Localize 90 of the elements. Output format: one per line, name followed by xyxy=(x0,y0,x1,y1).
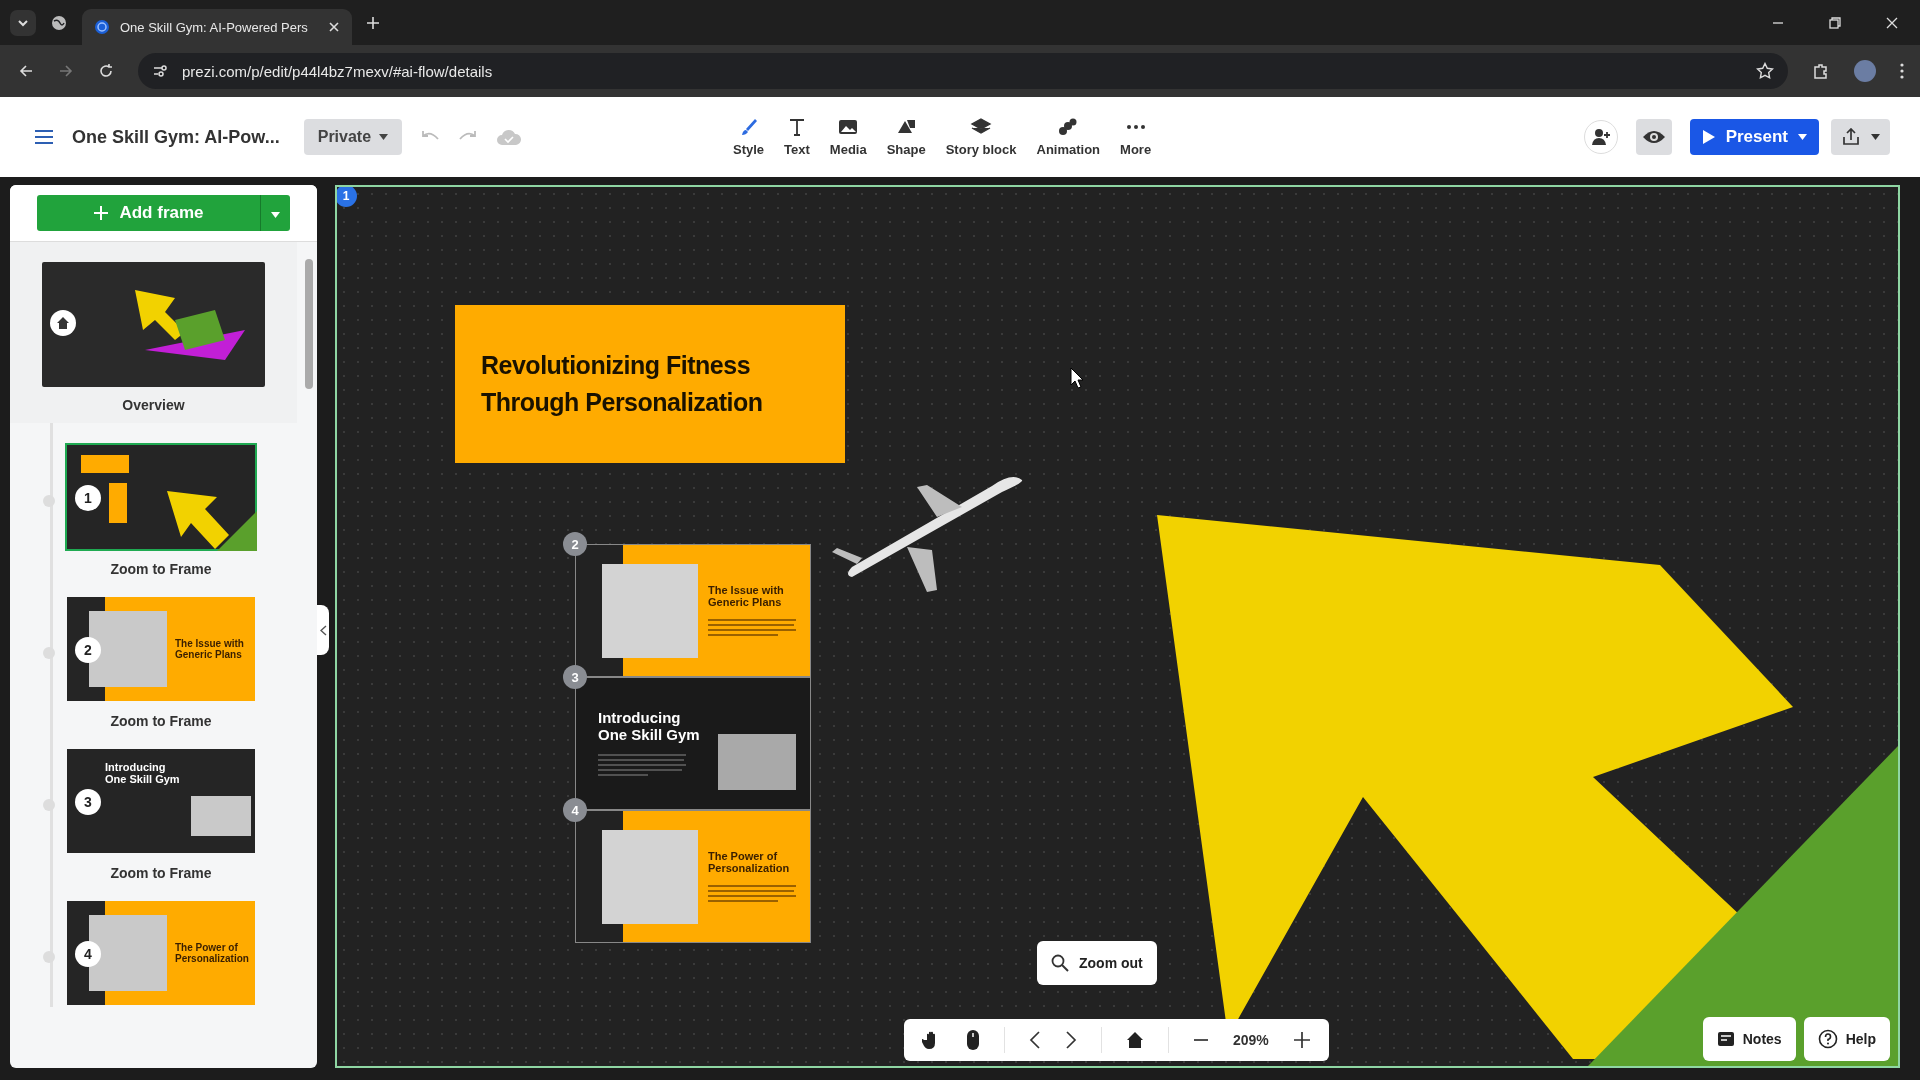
frame-thumbnail[interactable]: 3 Introducing One Skill Gym xyxy=(65,747,257,855)
profile-avatar[interactable] xyxy=(1854,60,1876,82)
slide-title: Introducing One Skill Gym xyxy=(598,708,701,743)
presentation-title[interactable]: One Skill Gym: AI-Pow... xyxy=(72,126,280,148)
help-button[interactable]: Help xyxy=(1803,1017,1890,1061)
caret-icon xyxy=(379,134,389,140)
frame-number-badge: 3 xyxy=(563,665,587,689)
browser-tab[interactable]: One Skill Gym: AI-Powered Pers xyxy=(82,9,352,45)
home-icon[interactable] xyxy=(1126,1031,1144,1049)
mouse-cursor-icon xyxy=(1070,367,1084,389)
style-tool-button[interactable]: Style xyxy=(725,113,773,161)
bookmark-star-icon[interactable] xyxy=(1756,62,1774,80)
animation-tool-button[interactable]: Animation xyxy=(1028,113,1109,161)
collapse-sidebar-button[interactable] xyxy=(317,605,329,655)
extensions-icon[interactable] xyxy=(1812,62,1830,80)
more-tool-button[interactable]: More xyxy=(1112,113,1160,161)
share-button[interactable] xyxy=(1831,119,1890,155)
next-icon[interactable] xyxy=(1065,1031,1077,1049)
restore-icon[interactable] xyxy=(1829,17,1841,29)
eye-icon xyxy=(1641,129,1666,145)
preview-button[interactable] xyxy=(1635,119,1672,155)
search-icon xyxy=(1051,954,1069,972)
previous-icon[interactable] xyxy=(1029,1031,1041,1049)
zoom-to-frame-label[interactable]: Zoom to Frame xyxy=(110,865,212,881)
site-settings-icon[interactable] xyxy=(152,63,168,79)
frame-number-badge: 1 xyxy=(75,485,101,511)
frame-thumbnail[interactable]: 1 xyxy=(65,443,257,551)
tab-title: One Skill Gym: AI-Powered Pers xyxy=(120,19,309,35)
thumbnail-title: The Power of Personalization xyxy=(175,942,247,964)
forward-icon[interactable] xyxy=(58,63,74,79)
overview-thumbnail[interactable] xyxy=(42,262,265,387)
cloud-saved-icon xyxy=(496,128,523,146)
text-tool-button[interactable]: Text xyxy=(776,113,818,161)
zoom-plus-icon[interactable] xyxy=(1292,1031,1311,1049)
media-tool-button[interactable]: Media xyxy=(821,113,875,161)
zoom-to-frame-label[interactable]: Zoom to Frame xyxy=(110,713,212,729)
scrollbar[interactable] xyxy=(305,259,313,389)
chevron-left-icon xyxy=(319,624,327,636)
frame-number-badge: 2 xyxy=(75,637,101,663)
caret-icon xyxy=(1798,134,1807,140)
site-icon xyxy=(94,19,110,35)
privacy-dropdown[interactable]: Private xyxy=(303,119,403,155)
media-icon xyxy=(837,117,860,137)
close-icon[interactable] xyxy=(328,21,340,33)
present-button[interactable]: Present xyxy=(1689,119,1819,155)
canvas[interactable]: 1 Revolutionizing Fitness Through Personalization 2 The Issue with Generic Plans 3 Introducing One Skill Gym 4 The Power of Personalization Zoom out 209% Notes Help xyxy=(335,185,1900,1068)
kebab-menu-icon[interactable] xyxy=(1900,63,1904,79)
slide-title: The Issue with Generic Plans xyxy=(708,583,785,608)
plus-icon xyxy=(93,205,110,221)
tab-list-button[interactable] xyxy=(10,9,36,36)
close-icon[interactable] xyxy=(1886,17,1898,29)
frame-thumbnail[interactable]: 4 The Power of Personalization xyxy=(65,899,257,1007)
invite-collaborator-button[interactable] xyxy=(1583,120,1618,154)
frame-number-badge: 3 xyxy=(75,789,101,815)
new-tab-icon[interactable] xyxy=(366,15,380,30)
story-tool-button[interactable]: Story block xyxy=(937,113,1025,161)
add-person-icon xyxy=(1590,128,1611,146)
photo-placeholder xyxy=(191,796,251,836)
zoom-level: 209% xyxy=(1233,1032,1269,1048)
caret-icon xyxy=(1871,134,1880,140)
thumbnail-title: The Issue with Generic Plans xyxy=(175,638,245,660)
mouse-icon[interactable] xyxy=(966,1029,980,1051)
headline-box[interactable]: Revolutionizing Fitness Through Personalization xyxy=(455,305,845,463)
globe-icon[interactable] xyxy=(50,13,68,32)
thumbnail-title: Introducing One Skill Gym xyxy=(105,761,181,785)
slide-title: The Power of Personalization xyxy=(708,849,791,874)
headline-text: Revolutionizing Fitness Through Personalization xyxy=(481,349,764,418)
add-frame-dropdown[interactable] xyxy=(260,195,290,231)
more-icon xyxy=(1124,124,1147,130)
caret-icon xyxy=(271,211,280,218)
reload-icon[interactable] xyxy=(98,63,114,79)
story-icon xyxy=(970,117,993,137)
back-icon[interactable] xyxy=(18,63,34,79)
share-icon xyxy=(1841,128,1861,146)
play-icon xyxy=(1701,129,1716,145)
frame-number-badge: 4 xyxy=(563,798,587,822)
notes-button[interactable]: Notes xyxy=(1702,1017,1796,1061)
frame-thumbnail[interactable]: 2 The Issue with Generic Plans xyxy=(65,595,257,703)
overview-label[interactable]: Overview xyxy=(122,397,185,413)
help-icon xyxy=(1817,1029,1838,1049)
zoom-out-button[interactable]: Zoom out xyxy=(1037,941,1157,985)
shape-tool-button[interactable]: Shape xyxy=(878,113,934,161)
menu-icon[interactable] xyxy=(34,129,54,145)
frame-number-badge: 1 xyxy=(337,187,357,207)
frame-number-badge: 2 xyxy=(563,532,587,556)
notes-icon xyxy=(1716,1030,1735,1048)
zoom-to-frame-label[interactable]: Zoom to Frame xyxy=(110,561,212,577)
home-icon xyxy=(56,316,70,330)
frame-number-badge: 4 xyxy=(75,941,101,967)
address-field[interactable]: prezi.com/p/edit/p44l4bz7mexv/#ai-flow/details xyxy=(138,53,1788,89)
